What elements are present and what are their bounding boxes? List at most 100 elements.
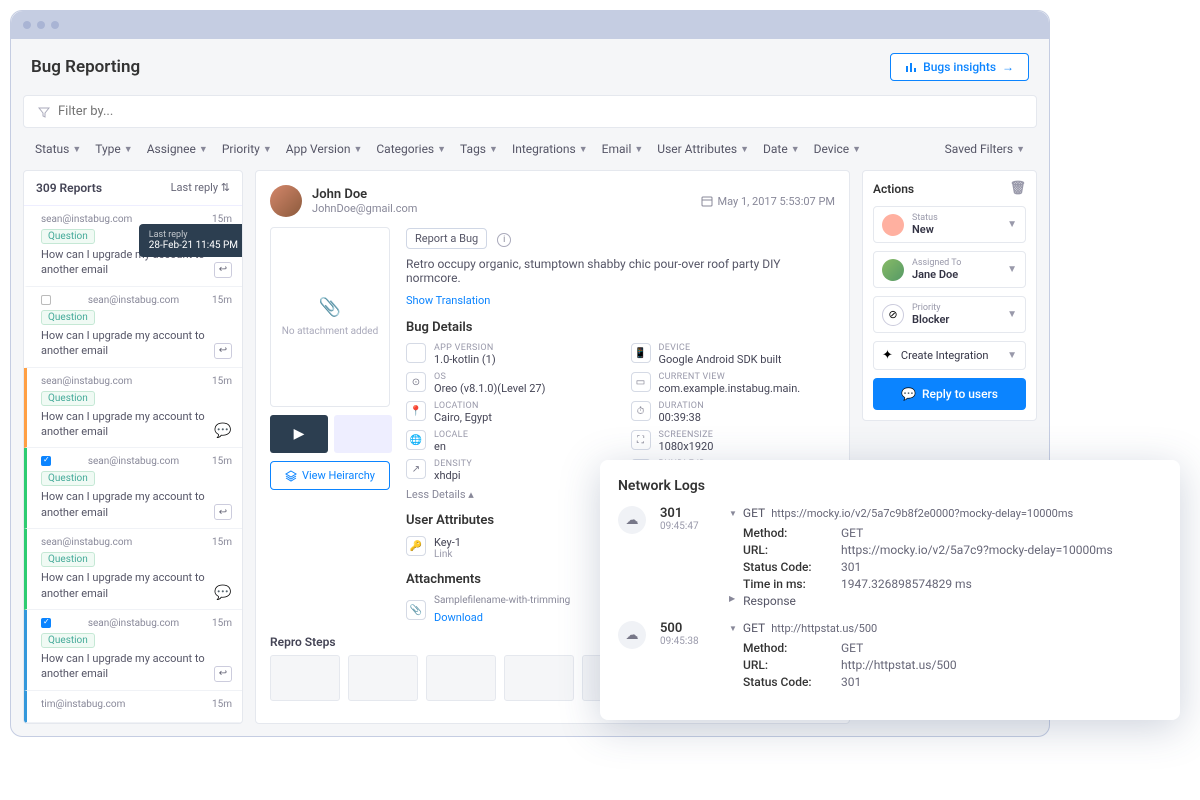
filter-input[interactable] — [58, 104, 1022, 119]
show-translation-link[interactable]: Show Translation — [406, 294, 490, 307]
detail-icon: 🌐 — [406, 430, 426, 450]
collapse-icon[interactable]: ▼ — [729, 624, 737, 633]
bug-details-title: Bug Details — [406, 320, 835, 335]
checkbox[interactable] — [41, 456, 51, 466]
bugs-insights-button[interactable]: Bugs insights → — [890, 53, 1029, 81]
traffic-dot — [51, 21, 59, 29]
detail-item: 📍LOCATIONCairo, Egypt — [406, 401, 611, 424]
video-thumbnail[interactable]: ▶ — [270, 415, 328, 453]
network-log-row[interactable]: ☁50009:45:38▼GET http://httpstat.us/500M… — [618, 621, 1162, 692]
reply-icon: ↩ — [214, 666, 232, 682]
traffic-dot — [23, 21, 31, 29]
chevron-down-icon: ▼ — [852, 144, 861, 155]
priority-dropdown[interactable]: ⊘ PriorityBlocker ▼ — [873, 296, 1026, 333]
detail-item: 📱DEVICEGoogle Android SDK built — [631, 343, 836, 366]
report-item[interactable]: sean@instabug.com15mQuestionHow can I up… — [24, 610, 242, 691]
filter-email[interactable]: Email▼ — [596, 138, 650, 160]
screenshot-thumbnail[interactable] — [334, 415, 392, 453]
detail-icon: ⊙ — [406, 372, 426, 392]
play-icon: ▶ — [294, 426, 305, 442]
chevron-down-icon: ▼ — [1007, 350, 1017, 361]
question-badge: Question — [41, 471, 95, 486]
filter-bar[interactable] — [23, 95, 1037, 128]
attachment-dropzone[interactable]: 📎 No attachment added — [270, 227, 390, 407]
cloud-icon: ☁ — [618, 506, 646, 534]
reply-icon: ↩ — [214, 343, 232, 359]
checkbox[interactable] — [41, 295, 51, 305]
layers-icon — [285, 470, 297, 482]
status-dropdown[interactable]: StatusNew ▼ — [873, 206, 1026, 243]
assignee-avatar — [882, 259, 904, 281]
filter-assignee[interactable]: Assignee▼ — [141, 138, 214, 160]
report-item[interactable]: sean@instabug.com15mQuestionHow can I up… — [24, 368, 242, 449]
chevron-down-icon: ▼ — [1007, 309, 1017, 320]
download-link[interactable]: Download — [434, 611, 483, 624]
paperclip-icon: 📎 — [406, 600, 426, 620]
bug-description: Retro occupy organic, stumptown shabby c… — [406, 257, 835, 285]
arrow-right-icon: → — [1002, 60, 1014, 74]
filter-tags[interactable]: Tags▼ — [454, 138, 504, 160]
report-item[interactable]: sean@instabug.com15mQuestionHow can I up… — [24, 448, 242, 529]
report-item[interactable]: sean@instabug.com15mQuestionHow can I up… — [24, 206, 242, 287]
filter-device[interactable]: Device▼ — [808, 138, 867, 160]
chevron-down-icon: ▼ — [437, 144, 446, 155]
chat-icon: 💬 — [214, 423, 232, 439]
saved-filters-dropdown[interactable]: Saved Filters▼ — [939, 138, 1031, 160]
network-log-row[interactable]: ☁30109:45:47▼GET https://mocky.io/v2/5a7… — [618, 506, 1162, 611]
checkbox[interactable] — [41, 618, 51, 628]
repro-step-thumbnail[interactable] — [426, 655, 496, 701]
filter-app-version[interactable]: App Version▼ — [280, 138, 369, 160]
detail-icon: ⏱ — [631, 401, 651, 421]
report-item[interactable]: sean@instabug.com15mQuestionHow can I up… — [24, 287, 242, 368]
info-icon[interactable]: i — [497, 233, 511, 247]
report-item[interactable]: tim@instabug.com15m — [24, 691, 242, 723]
filter-user-attributes[interactable]: User Attributes▼ — [651, 138, 755, 160]
detail-icon: 📱 — [631, 343, 651, 363]
collapse-icon[interactable]: ▼ — [729, 509, 737, 518]
user-email: JohnDoe@gmail.com — [312, 202, 417, 215]
window-titlebar — [11, 11, 1049, 39]
chevron-down-icon: ▼ — [1007, 264, 1017, 275]
filter-type[interactable]: Type▼ — [89, 138, 138, 160]
repro-step-thumbnail[interactable] — [504, 655, 574, 701]
create-integration-dropdown[interactable]: ✦ Create Integration ▼ — [873, 341, 1026, 370]
question-badge: Question — [41, 229, 95, 244]
view-hierarchy-button[interactable]: View Heirarchy — [270, 461, 390, 490]
delete-icon[interactable]: 🗑 — [1009, 181, 1026, 196]
filter-status[interactable]: Status▼ — [29, 138, 87, 160]
detail-item: ↗DENSITYxhdpi — [406, 459, 611, 482]
repro-step-thumbnail[interactable] — [348, 655, 418, 701]
network-logs-panel: Network Logs ☁30109:45:47▼GET https://mo… — [600, 460, 1180, 720]
detail-icon: ↗ — [406, 459, 426, 479]
question-badge: Question — [41, 552, 95, 567]
detail-icon: 📍 — [406, 401, 426, 421]
paperclip-icon: 📎 — [319, 297, 341, 318]
detail-item: ⊙OSOreo (v8.1.0)(Level 27) — [406, 372, 611, 395]
question-badge: Question — [41, 391, 95, 406]
key-icon: 🔑 — [406, 536, 426, 556]
detail-item: ⛶SCREENSIZE1080x1920 — [631, 430, 836, 453]
chevron-down-icon: ▼ — [263, 144, 272, 155]
chevron-down-icon: ▼ — [1007, 219, 1017, 230]
traffic-dot — [37, 21, 45, 29]
user-name: John Doe — [312, 187, 417, 202]
report-item[interactable]: sean@instabug.com15mQuestionHow can I up… — [24, 529, 242, 610]
detail-item: 🌐LOCALEen — [406, 430, 611, 453]
repro-step-thumbnail[interactable] — [270, 655, 340, 701]
detail-icon — [406, 343, 426, 363]
report-type-chip: Report a Bug — [406, 228, 487, 249]
chevron-down-icon: ▼ — [124, 144, 133, 155]
sort-toggle[interactable]: Last reply ⇅ — [171, 181, 230, 195]
chat-icon: 💬 — [901, 387, 916, 401]
expand-icon[interactable]: ▶ — [729, 594, 735, 608]
chevron-down-icon: ▼ — [1016, 144, 1025, 155]
last-reply-tooltip: Last reply28-Feb-21 11:45 PM — [139, 224, 243, 257]
filter-date[interactable]: Date▼ — [757, 138, 806, 160]
filter-priority[interactable]: Priority▼ — [216, 138, 278, 160]
filter-integrations[interactable]: Integrations▼ — [506, 138, 594, 160]
assignee-dropdown[interactable]: Assigned ToJane Doe ▼ — [873, 251, 1026, 288]
report-date: May 1, 2017 5:53:07 PM — [701, 195, 835, 208]
reply-to-users-button[interactable]: 💬 Reply to users — [873, 378, 1026, 410]
filter-categories[interactable]: Categories▼ — [370, 138, 452, 160]
detail-item: APP VERSION1.0-kotlin (1) — [406, 343, 611, 366]
